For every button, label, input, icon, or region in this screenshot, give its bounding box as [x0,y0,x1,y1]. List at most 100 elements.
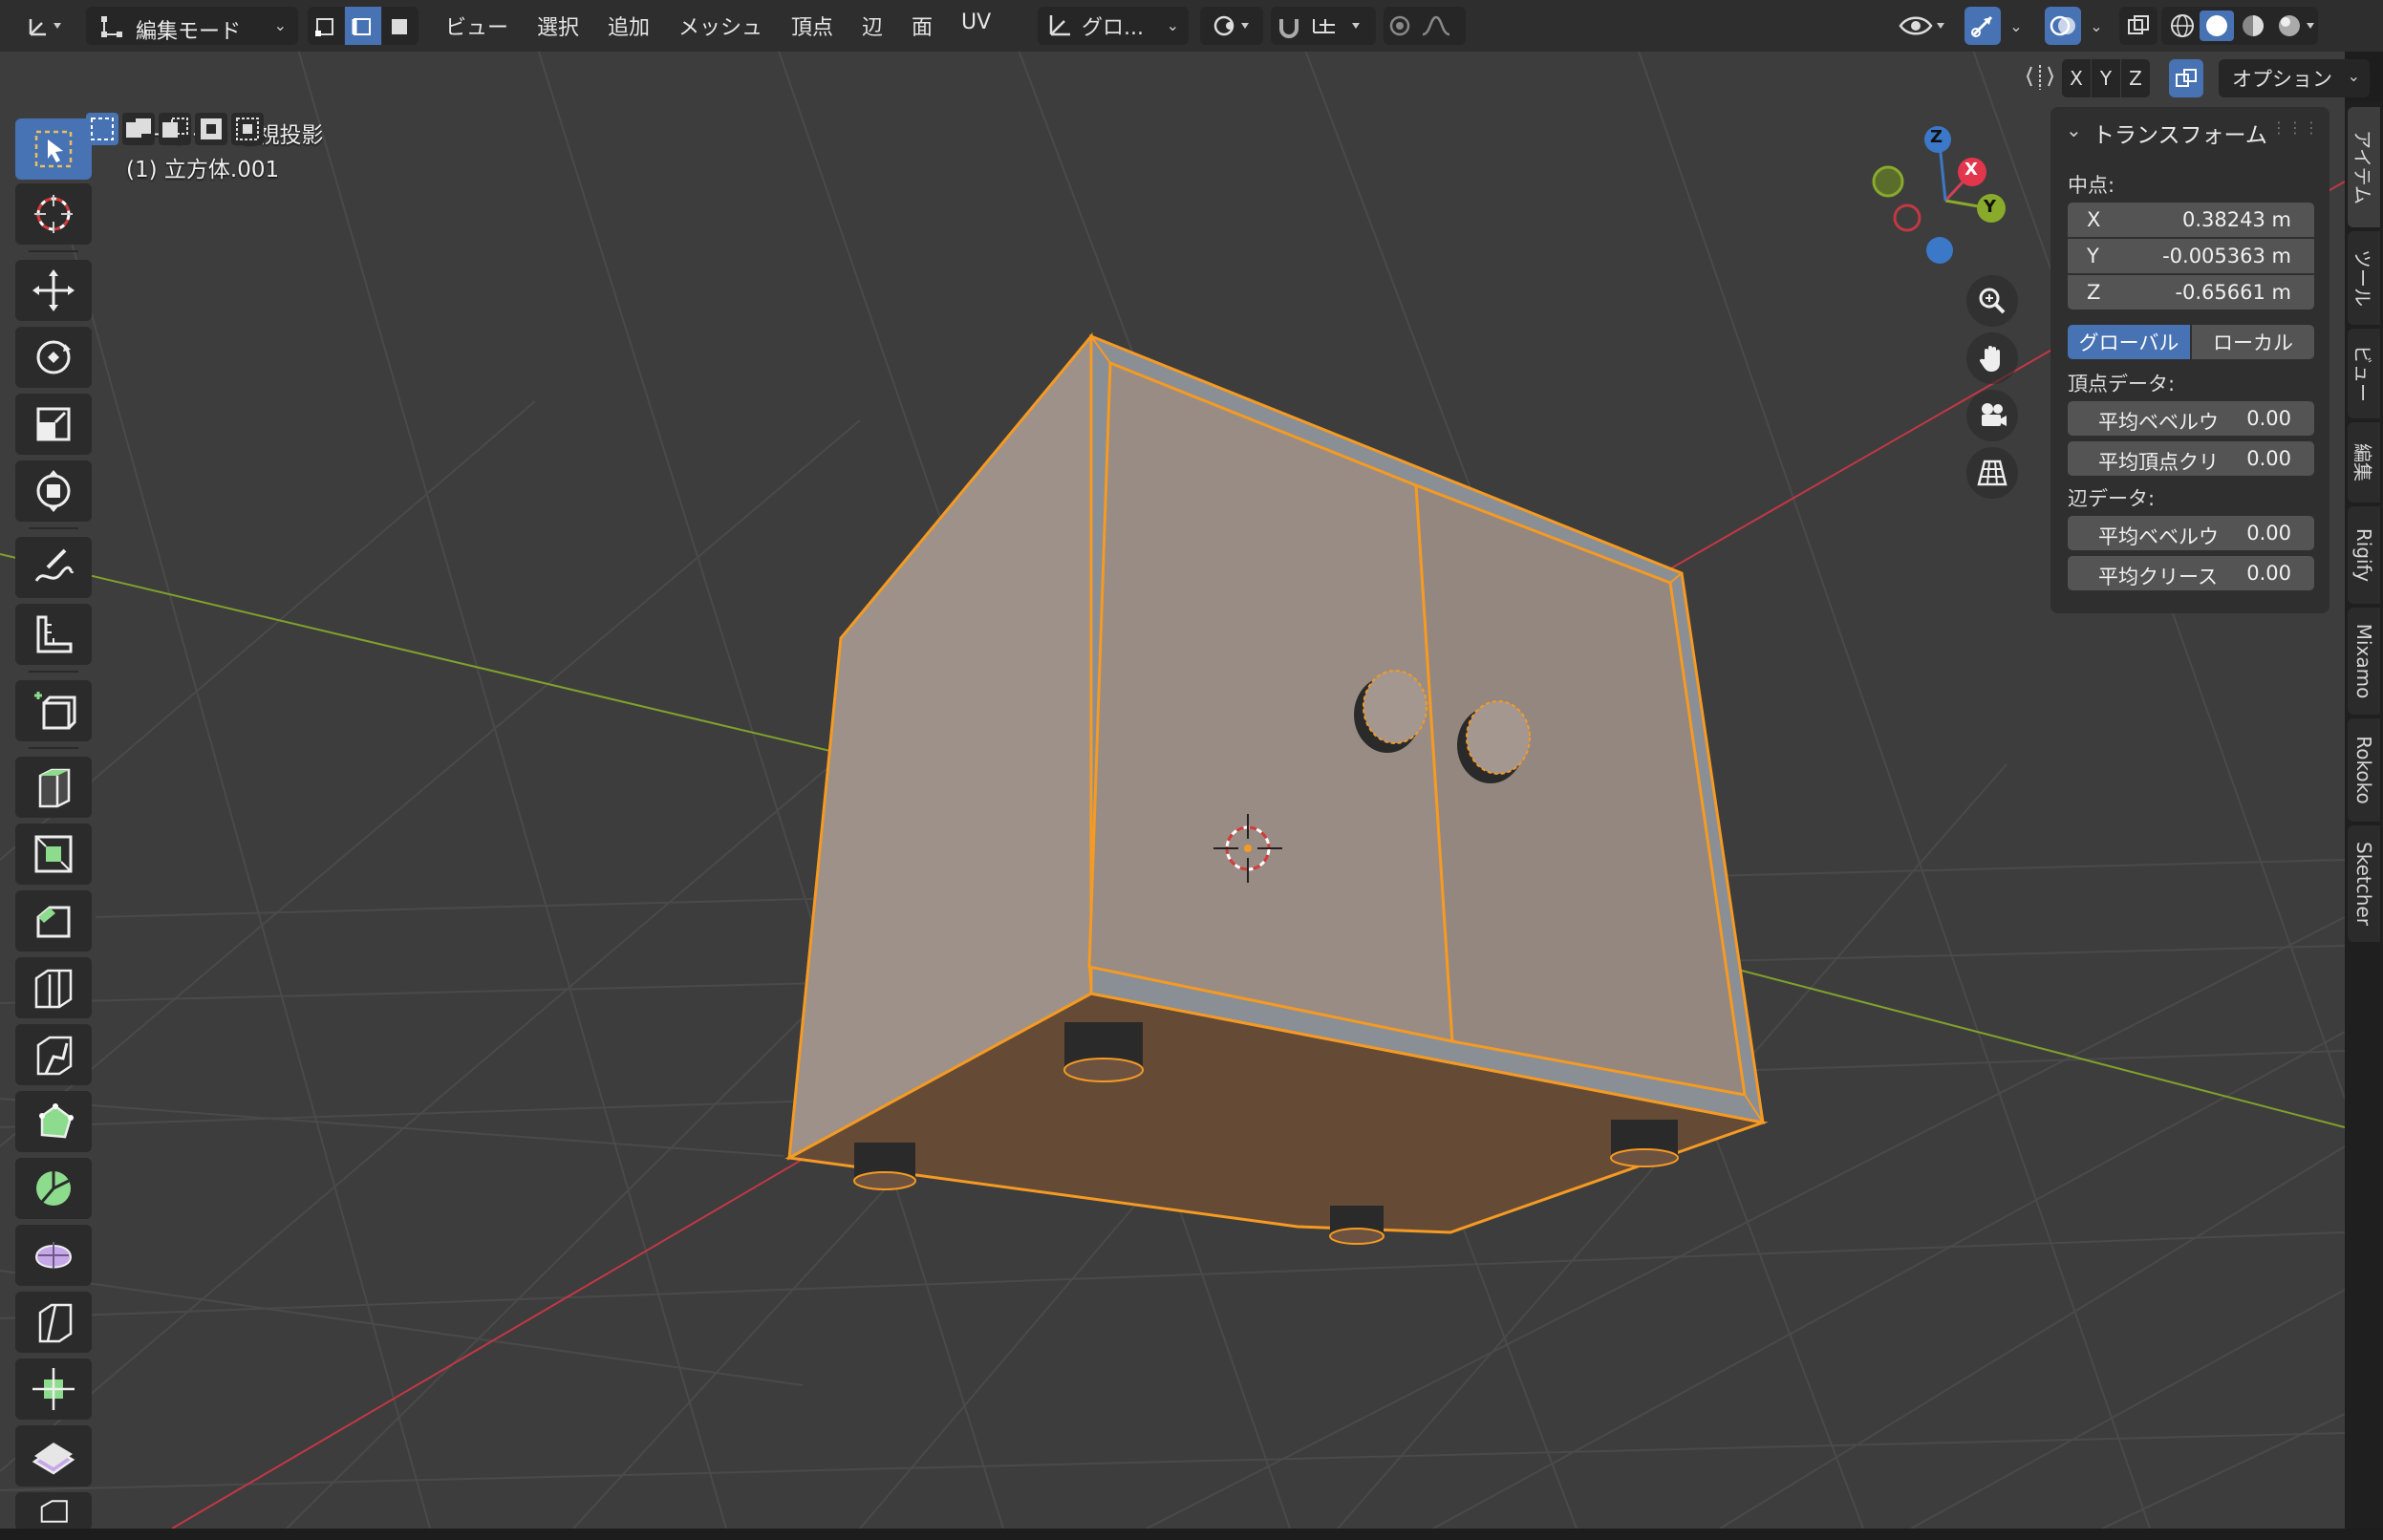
bevel-tool[interactable] [15,890,92,952]
tab-item[interactable]: アイテム [2348,107,2380,227]
xray-toggle[interactable] [2119,7,2158,45]
select-subtract-button[interactable] [159,113,191,145]
wireframe-shading-icon [2171,14,2194,37]
overlays-icon [2050,15,2075,36]
proportional-editing-button[interactable] [1384,7,1466,45]
face-select-mode-button[interactable] [382,7,419,45]
perspective-toggle-button[interactable] [1966,447,2018,499]
right-door[interactable] [1414,482,1747,1097]
chevron-down-icon: ⌄ [1166,16,1179,34]
pan-button[interactable] [1966,332,2018,384]
y-axis-line-far [1719,964,2345,1128]
annotate-tool[interactable] [15,537,92,598]
global-toggle[interactable]: グローバル [2068,325,2190,359]
move-tool[interactable] [15,260,92,321]
scale-tool[interactable] [15,394,92,455]
menu-mesh[interactable]: メッシュ [678,11,762,41]
pivot-point-dropdown[interactable] [1200,7,1263,45]
cursor-icon [34,195,73,233]
select-extend-button[interactable] [122,113,155,145]
blender-window: ユーザー・透視投影 (1) 立方体.001 Z X Y [0,0,2383,1540]
menu-select[interactable]: 選択 [537,11,579,41]
spin-tool[interactable] [15,1158,92,1219]
menu-face[interactable]: 面 [912,11,933,41]
edge-slide-tool[interactable] [15,1292,92,1353]
eye-icon [1899,16,1944,35]
editor-type-button[interactable] [15,7,73,45]
mirror-y-toggle[interactable]: Y [2092,59,2120,97]
overlays-toggle[interactable] [2045,7,2081,45]
snapping-dropdown[interactable] [1271,7,1376,45]
select-box-tool[interactable] [15,118,92,180]
edge-select-mode-button[interactable] [345,7,381,45]
menu-add[interactable]: 追加 [608,11,650,41]
select-invert-button[interactable] [195,113,227,145]
face-select-icon [392,19,407,34]
extrude-tool[interactable] [15,757,92,818]
vertex-crease-field[interactable]: 平均頂点クリ 0.00 [2068,441,2314,476]
median-z-field[interactable]: Z -0.65661 m [2068,275,2314,310]
menu-edge[interactable]: 辺 [862,11,883,41]
menu-vertex[interactable]: 頂点 [791,11,833,41]
shrink-fatten-icon [32,1368,75,1410]
tab-tool[interactable]: ツール [2348,231,2380,325]
visibility-dropdown[interactable] [1894,7,1951,45]
3d-viewport[interactable]: ユーザー・透視投影 (1) 立方体.001 Z X Y [0,0,2345,1529]
vertex-select-mode-button[interactable] [308,7,344,45]
gizmo-dropdown[interactable]: ⌄ [2003,7,2029,45]
options-dropdown[interactable]: オプション ⌄ [2219,59,2370,97]
sidebar-tabs: アイテム ツール ビュー 編集 Rigify Mixamo Rokoko Ske… [2345,101,2383,1529]
local-toggle[interactable]: ローカル [2192,325,2314,359]
auto-merge-toggle[interactable] [2169,59,2203,97]
median-x-field[interactable]: X 0.38243 m [2068,203,2314,237]
vertex-bevel-weight-field[interactable]: 平均ベベルウ 0.00 [2068,401,2314,436]
drag-handle-icon[interactable]: ⋮⋮⋮ [2271,118,2320,137]
tab-edit[interactable]: 編集 [2348,422,2380,503]
camera-icon [1982,403,2007,426]
panel-title[interactable]: トランスフォーム [2093,117,2267,149]
overlays-dropdown[interactable]: ⌄ [2083,7,2110,45]
shear-tool[interactable] [15,1425,92,1487]
zoom-button[interactable] [1966,275,2018,327]
measure-tool[interactable] [15,604,92,665]
cursor-tool[interactable] [15,183,92,245]
edge-crease-field[interactable]: 平均クリース 0.00 [2068,556,2314,590]
transform-orientation-dropdown[interactable]: グロ... ⌄ [1038,7,1189,45]
tab-rokoko[interactable]: Rokoko [2348,718,2380,822]
select-intersect-button[interactable] [231,113,264,145]
menu-uv[interactable]: UV [961,11,991,34]
tab-view[interactable]: ビュー [2348,329,2380,418]
poly-build-tool[interactable] [15,1091,92,1152]
knife-tool[interactable] [15,1024,92,1085]
edge-bevel-weight-field[interactable]: 平均ベベルウ 0.00 [2068,516,2314,550]
cabinet-mesh[interactable] [784,332,1769,1245]
mirror-z-toggle[interactable]: Z [2121,59,2150,97]
inset-tool[interactable] [15,823,92,885]
rotate-tool[interactable] [15,327,92,388]
xray-icon [2128,15,2149,34]
sidebar-properties-panel: ⌄ トランスフォーム ⋮⋮⋮ 中点: X 0.38243 m Y -0.005363… [2050,107,2329,613]
knife-icon [36,1036,73,1076]
poly-build-icon [39,1103,74,1139]
camera-view-button[interactable] [1966,390,2018,441]
tab-mixamo[interactable]: Mixamo [2348,608,2380,715]
status-bar [0,1529,2383,1540]
transform-icon [36,470,71,512]
select-invert-icon [201,118,222,139]
select-new-button[interactable] [86,113,118,145]
shrink-fatten-tool[interactable] [15,1358,92,1420]
mirror-x-toggle[interactable]: X [2062,59,2091,97]
rip-tool[interactable] [15,1492,92,1529]
gizmo-toggle[interactable] [1964,7,2001,45]
smooth-tool[interactable] [15,1225,92,1286]
median-y-field[interactable]: Y -0.005363 m [2068,239,2314,273]
add-cube-tool[interactable] [15,680,92,741]
collapse-chevron-icon[interactable]: ⌄ [2066,118,2082,141]
menu-view[interactable]: ビュー [445,11,508,41]
loop-cut-tool[interactable] [15,957,92,1018]
mode-dropdown[interactable]: 編集モード ⌄ [86,7,298,45]
mirror-icon[interactable] [2024,61,2056,94]
tab-rigify[interactable]: Rigify [2348,506,2380,604]
tab-sketcher[interactable]: Sketcher [2348,825,2380,942]
transform-tool[interactable] [15,460,92,522]
